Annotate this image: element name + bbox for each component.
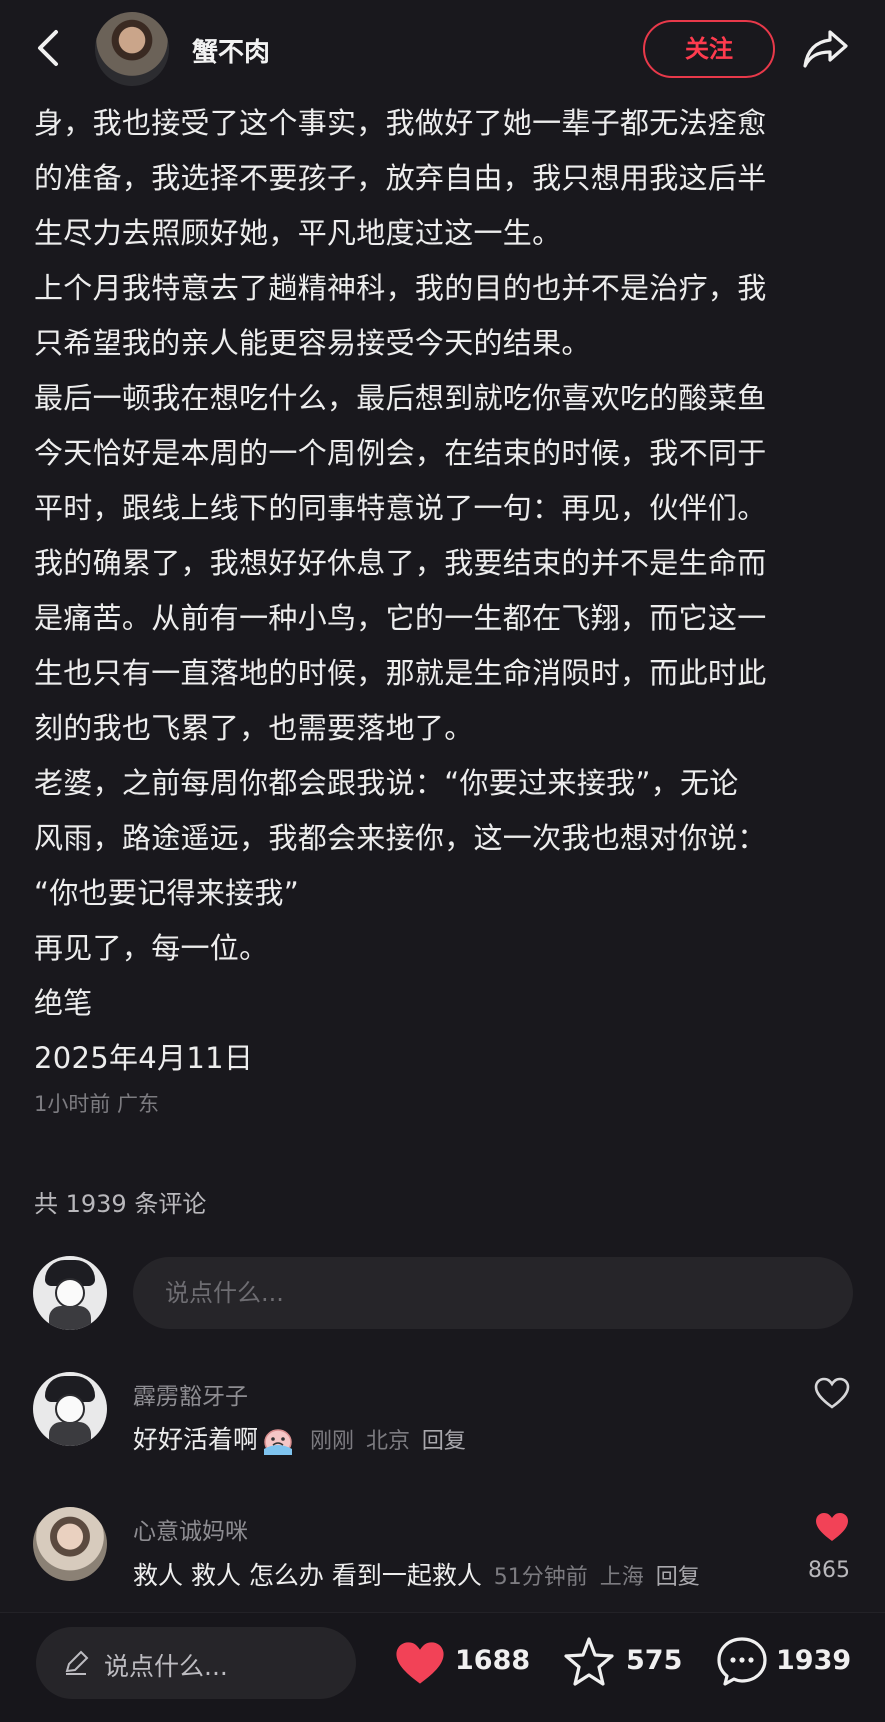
post-text-line: 是痛苦。从前有一种小鸟，它的一生都在飞翔，而它这一 [34,601,767,635]
reply-button[interactable]: 回复 [656,1565,700,1590]
post-text-line: 风雨，路途遥远，我都会来接你，这一次我也想对你说： [34,821,767,855]
top-bar: 蟹不肉 关注 [0,0,885,96]
post-text-line: 平时，跟线上线下的同事特意说了一句：再见，伙伴们。 [34,491,767,525]
reply-button[interactable]: 回复 [422,1429,466,1454]
post-text-line: 老婆，之前每周你都会跟我说：“你要过来接我”，无论 [34,766,739,800]
comment-location: 上海 [599,1565,644,1590]
post-text-line: 最后一顿我在想吃什么，最后想到就吃你喜欢吃的酸菜鱼 [34,381,767,415]
post-text-line: 我的确累了，我想好好休息了，我要结束的并不是生命而 [34,546,767,580]
post-text-line: 生也只有一直落地的时候，那就是生命消陨时，而此时此 [34,656,767,690]
post-text-line: 只希望我的亲人能更容易接受今天的结果。 [34,326,591,360]
liked-heart-icon[interactable] [813,1510,851,1544]
post-meta: 1小时前 广东 [34,1092,160,1116]
comment-count: 1939 [776,1645,852,1676]
post-text-line: 上个月我特意去了趟精神科，我的目的也并不是治疗，我 [34,271,767,305]
comment-text: 好好活着啊 [133,1425,259,1454]
post-text-line: “你也要记得来接我” [34,876,300,910]
post-text-line: 刻的我也飞累了，也需要落地了。 [34,711,474,745]
bottom-input-placeholder: 说点什么... [104,1652,228,1681]
comment-text: 救人 救人 怎么办 看到一起救人 [133,1561,482,1590]
pencil-icon [65,1650,89,1675]
comment-location: 北京 [365,1429,410,1454]
comment-avatar[interactable] [33,1372,107,1446]
comments-count: 共 1939 条评论 [34,1190,207,1218]
comment-bubble-icon[interactable] [714,1633,770,1689]
back-arrow-icon[interactable] [30,24,70,72]
crying-face-icon [264,1429,293,1455]
follow-button[interactable]: 关注 [643,20,775,78]
bottom-action-bar: 说点什么... 1688 575 1939 [0,1612,885,1722]
post-detail-page: 蟹不肉 关注 身，我也接受了这个事实，我做好了她一辈子都无法痊愈 的准备，我选择不… [0,0,885,1722]
post-text-line: 今天恰好是本周的一个周例会，在结束的时候，我不同于 [34,436,767,470]
like-heart-icon[interactable] [392,1635,448,1691]
comment-username[interactable]: 霹雳豁牙子 [133,1377,248,1411]
comment-time: 51分钟前 [493,1565,588,1590]
author-avatar[interactable] [95,12,169,86]
star-count: 575 [626,1645,683,1676]
comment-time: 刚刚 [309,1429,354,1454]
comment-like-count: 865 [808,1558,850,1583]
post-text-line: 绝笔 [34,986,93,1020]
comment-text-row: 好好活着啊 刚刚 北京 回复 [133,1420,466,1456]
my-avatar [33,1256,107,1330]
comment-username[interactable]: 心意诚妈咪 [133,1512,248,1546]
star-icon[interactable] [562,1635,616,1689]
comment-avatar[interactable] [33,1507,107,1581]
like-heart-icon[interactable] [813,1376,851,1410]
post-text-line: 再见了，每一位。 [34,931,269,965]
author-name[interactable]: 蟹不肉 [192,32,270,69]
post-text-line: 的准备，我选择不要孩子，放弃自由，我只想用我这后半 [34,161,767,195]
share-icon[interactable] [800,24,852,72]
comment-text-row: 救人 救人 怎么办 看到一起救人 51分钟前 上海 回复 [133,1556,700,1592]
post-body: 身，我也接受了这个事实，我做好了她一辈子都无法痊愈 的准备，我选择不要孩子，放弃自… [34,96,859,1086]
comment-input[interactable]: 说点什么... [133,1257,853,1329]
post-text-line: 生尽力去照顾好她，平凡地度过这一生。 [34,216,562,250]
post-text-line: 2025年4月11日 [34,1041,254,1075]
post-text-line: 身，我也接受了这个事实，我做好了她一辈子都无法痊愈 [34,106,767,140]
like-count: 1688 [455,1645,531,1676]
bottom-comment-input[interactable]: 说点什么... [36,1627,356,1699]
